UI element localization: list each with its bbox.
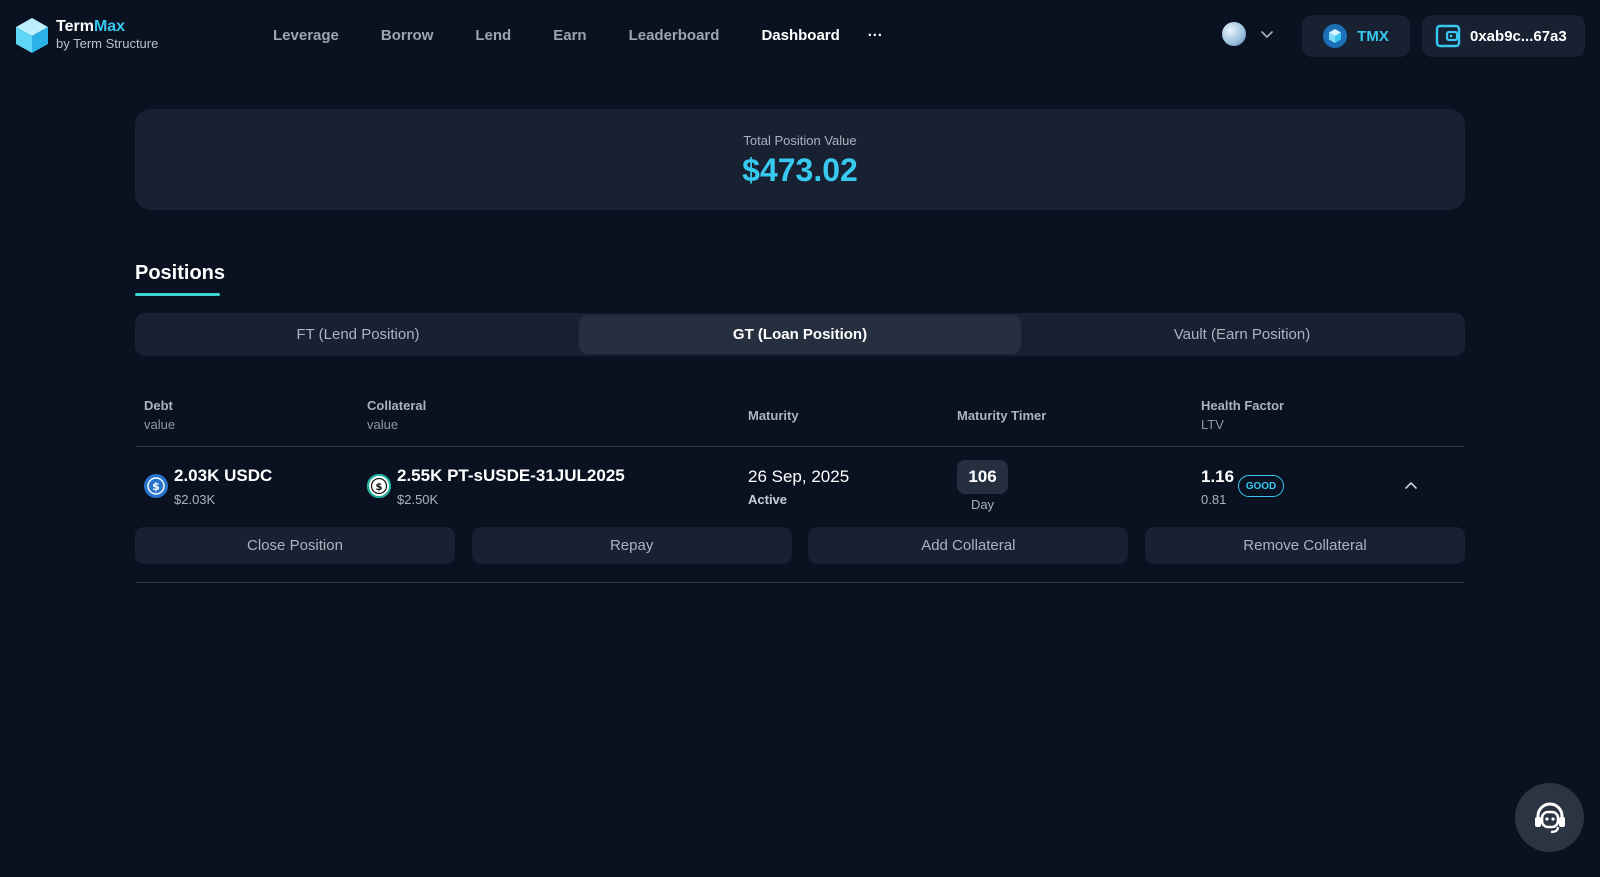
- tmx-cube-icon: [1323, 24, 1348, 48]
- nav-item-lend[interactable]: Lend: [475, 27, 511, 44]
- nav-item-leverage[interactable]: Leverage: [273, 27, 339, 44]
- close-position-button[interactable]: Close Position: [135, 527, 455, 564]
- row-divider: [135, 582, 1465, 583]
- chevron-up-icon[interactable]: [1403, 478, 1419, 494]
- column-header-maturity-timer: Maturity Timer: [957, 406, 1046, 425]
- brand-text: TermMax by Term Structure: [56, 18, 158, 51]
- column-header-debt-sub: value: [144, 417, 176, 432]
- nav-item-dashboard[interactable]: Dashboard: [761, 27, 839, 44]
- tab-gt-loan[interactable]: GT (Loan Position): [579, 315, 1021, 354]
- ltv-value: 0.81: [1201, 492, 1227, 507]
- tab-ft-lend[interactable]: FT (Lend Position): [137, 315, 579, 354]
- svg-text:$: $: [152, 480, 160, 493]
- debt-amount: 2.03K USDC: [174, 466, 273, 485]
- svg-text:$: $: [376, 482, 383, 493]
- brand-subtitle: by Term Structure: [56, 35, 159, 51]
- column-header-maturity: Maturity: [748, 406, 799, 425]
- tmx-label: TMX: [1357, 27, 1389, 45]
- column-header-collateral: Collateral value: [367, 396, 426, 434]
- health-status-badge: GOOD: [1238, 475, 1284, 497]
- column-header-health-sub: LTV: [1201, 417, 1224, 432]
- wallet-address: 0xab9c...67a3: [1470, 27, 1567, 45]
- tmx-token-button[interactable]: TMX: [1302, 15, 1410, 57]
- language-selector[interactable]: [1222, 22, 1274, 46]
- collateral-amount: 2.55K PT-sUSDE-31JUL2025: [397, 466, 625, 485]
- usdc-coin-icon: $: [144, 474, 168, 498]
- total-position-value: $473.02: [742, 152, 858, 188]
- position-tabs: FT (Lend Position) GT (Loan Position) Va…: [135, 313, 1465, 356]
- susde-coin-icon: $: [367, 474, 391, 498]
- chevron-down-icon: [1261, 31, 1273, 38]
- column-header-health-factor: Health Factor LTV: [1201, 396, 1284, 434]
- nav-item-earn[interactable]: Earn: [553, 27, 586, 44]
- remove-collateral-button[interactable]: Remove Collateral: [1144, 527, 1465, 564]
- collateral-value: $2.50K: [397, 492, 439, 507]
- globe-icon: [1222, 22, 1246, 46]
- maturity-status: Active: [748, 492, 788, 507]
- headset-support-icon: [1534, 802, 1565, 833]
- positions-title-underline: [135, 293, 220, 296]
- tab-vault-earn[interactable]: Vault (Earn Position): [1021, 315, 1463, 354]
- main-nav: Leverage Borrow Lend Earn Leaderboard Da…: [273, 27, 883, 44]
- nav-more-button[interactable]: ···: [868, 27, 883, 44]
- add-collateral-button[interactable]: Add Collateral: [808, 527, 1129, 564]
- termmax-logo-icon: [16, 18, 48, 53]
- total-position-card: Total Position Value $473.02: [135, 109, 1465, 210]
- support-button[interactable]: [1515, 783, 1584, 852]
- repay-button[interactable]: Repay: [471, 527, 792, 564]
- position-actions: Close Position Repay Add Collateral Remo…: [135, 527, 1465, 564]
- column-header-debt-label: Debt: [144, 398, 173, 413]
- debt-value: $2.03K: [174, 492, 216, 507]
- brand-name: TermMax: [56, 18, 126, 36]
- wallet-button[interactable]: 0xab9c...67a3: [1422, 15, 1585, 57]
- nav-item-leaderboard[interactable]: Leaderboard: [629, 27, 720, 44]
- top-navigation-bar: TermMax by Term Structure Leverage Borro…: [0, 0, 1600, 72]
- positions-title: Positions: [135, 262, 226, 284]
- table-header-divider: [135, 446, 1465, 447]
- column-header-debt: Debt value: [144, 396, 175, 434]
- nav-item-borrow[interactable]: Borrow: [381, 27, 434, 44]
- wallet-icon: [1435, 24, 1461, 48]
- column-header-maturity-label: Maturity: [748, 408, 799, 423]
- column-header-health-label: Health Factor: [1201, 398, 1285, 413]
- health-factor-value: 1.16: [1201, 467, 1235, 486]
- column-header-collateral-sub: value: [367, 417, 399, 432]
- column-header-collateral-label: Collateral: [367, 398, 427, 413]
- maturity-timer-value: 106: [957, 460, 1008, 494]
- maturity-date: 26 Sep, 2025: [748, 467, 850, 486]
- brand[interactable]: TermMax by Term Structure: [14, 16, 158, 54]
- column-header-timer-label: Maturity Timer: [957, 408, 1047, 423]
- total-position-label: Total Position Value: [743, 133, 857, 148]
- maturity-timer-unit: Day: [970, 497, 995, 512]
